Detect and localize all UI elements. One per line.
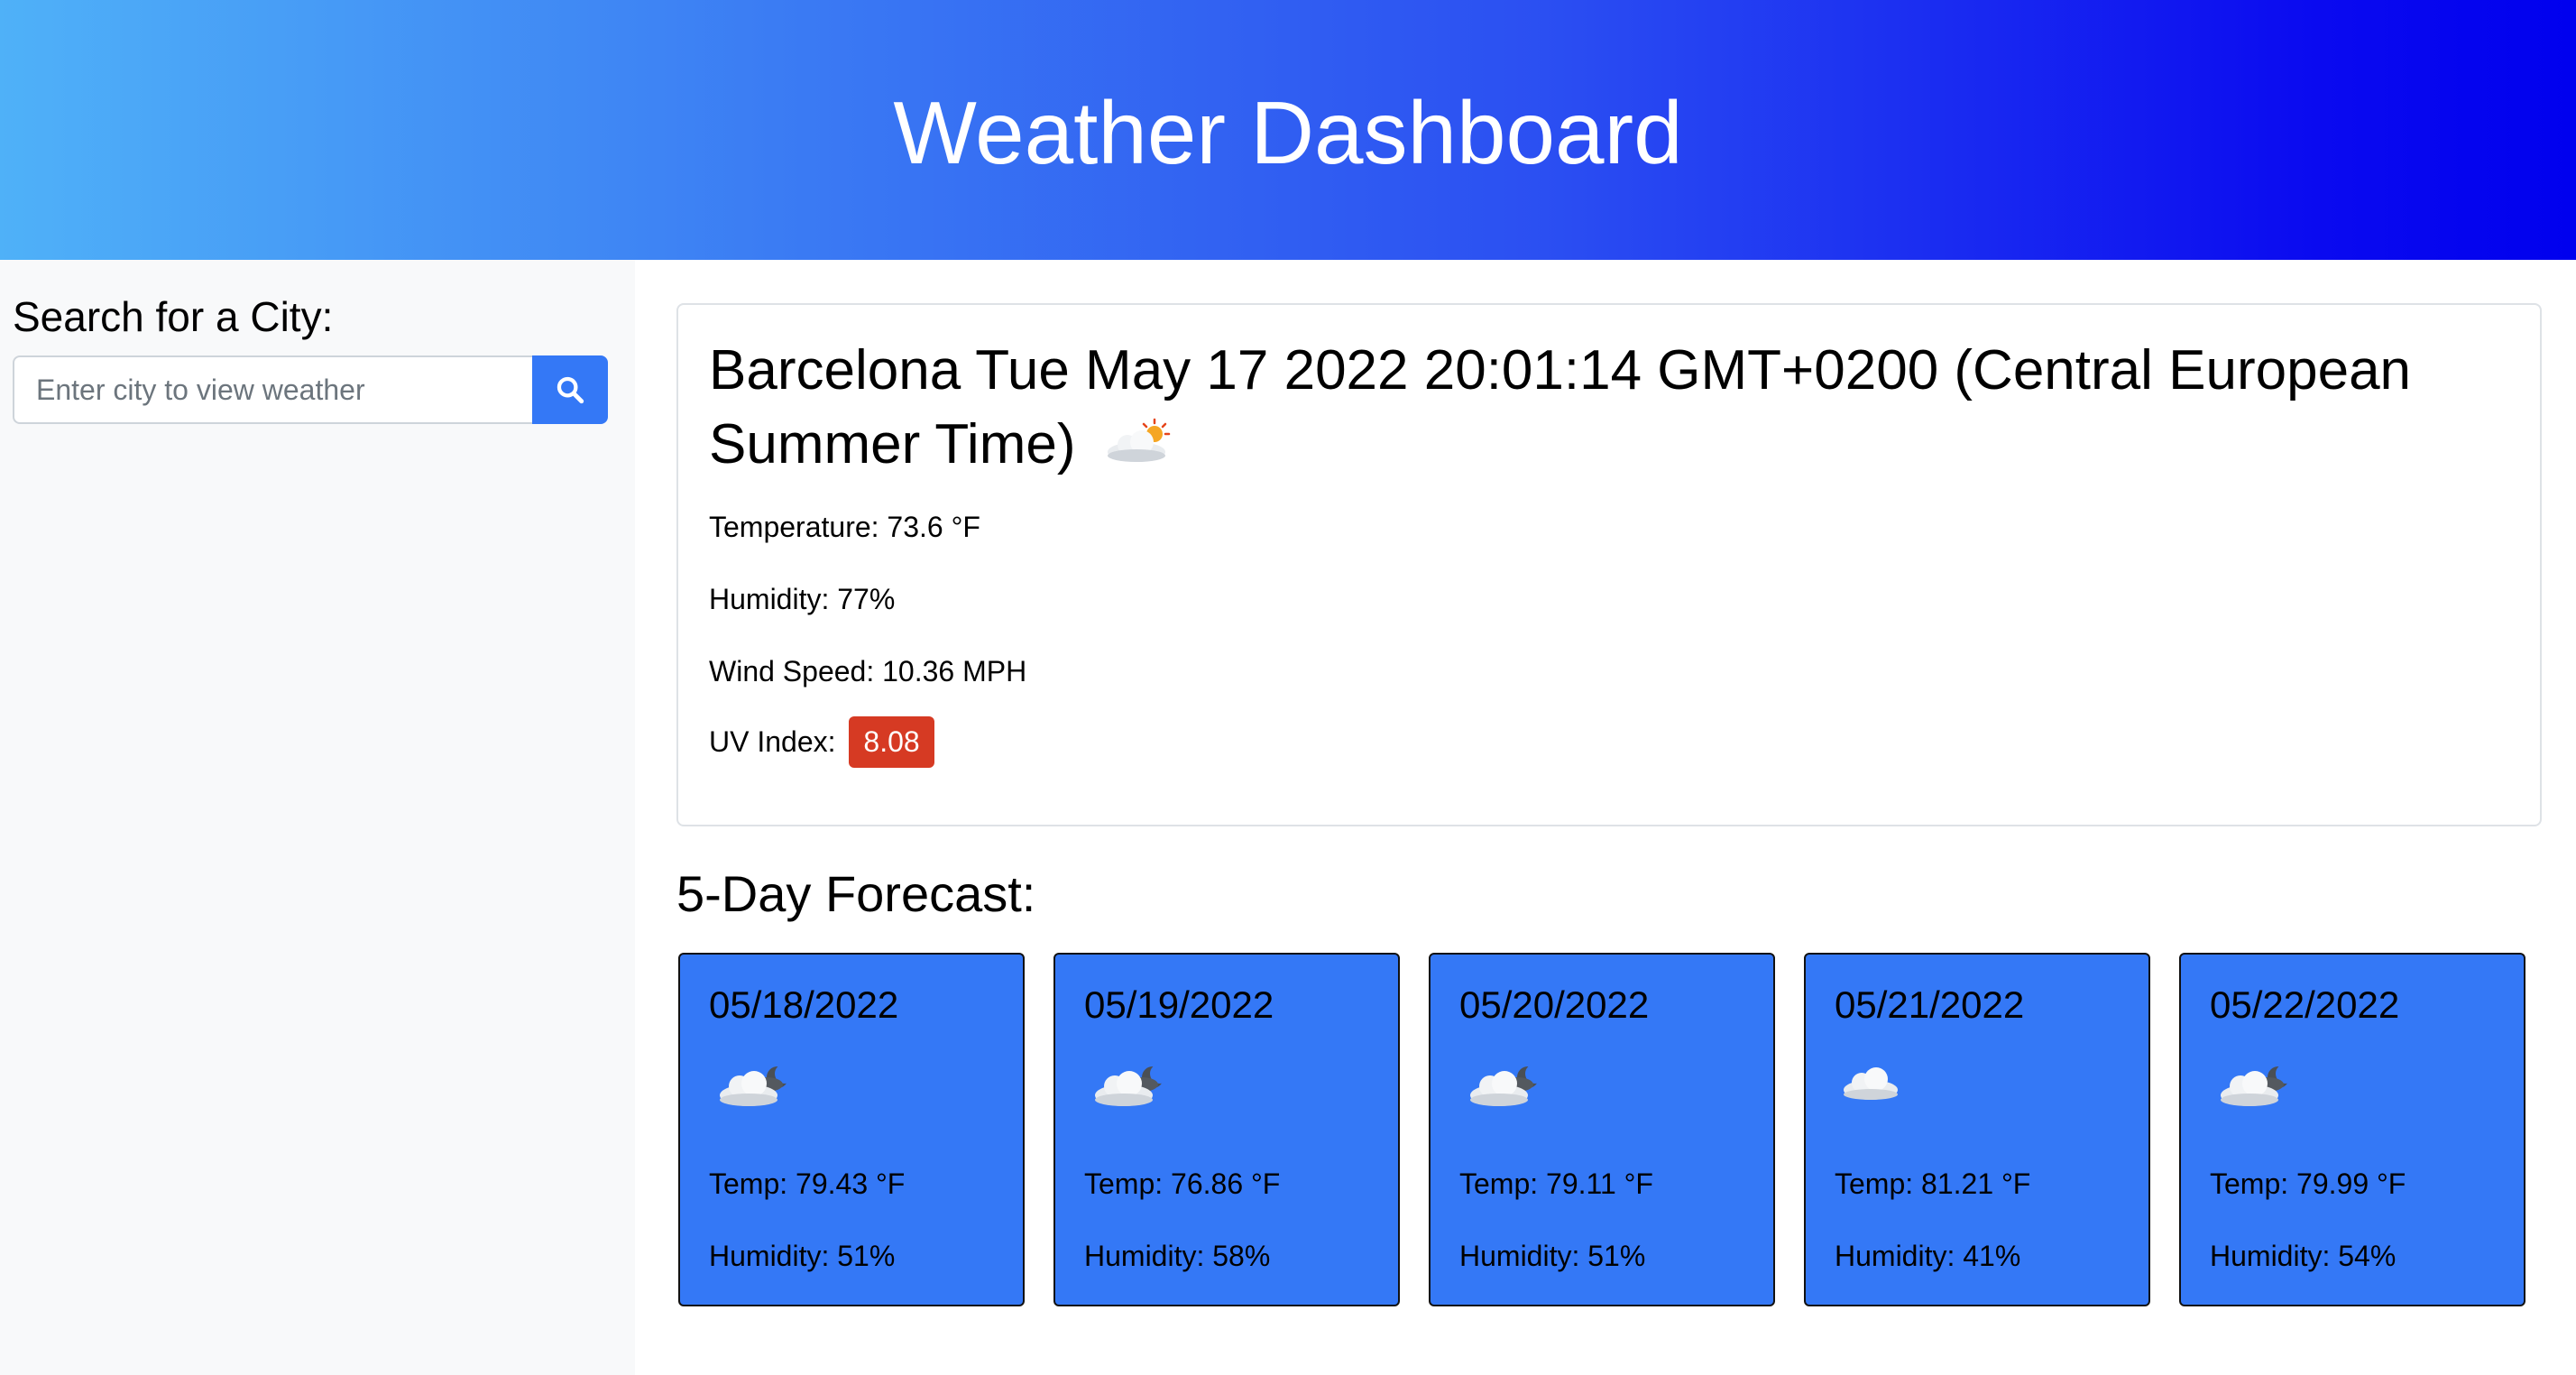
cloud-sun-icon (1100, 411, 1173, 485)
forecast-temp: Temp: 79.43 °F (709, 1167, 906, 1200)
uv-label: UV Index: (709, 725, 836, 758)
forecast-temp: Temp: 79.11 °F (1459, 1167, 1653, 1200)
cloud-moon-icon (1088, 1057, 1174, 1116)
forecast-date: 05/21/2022 (1835, 983, 2025, 1026)
forecast-temp: Temp: 76.86 °F (1084, 1167, 1281, 1200)
cloud-icon (1838, 1057, 1925, 1116)
cloud-moon-icon (1463, 1057, 1550, 1116)
forecast-card: 05/21/2022 Temp: 81.21 °F Humidity: 41% (1804, 953, 2150, 1306)
forecast-card: 05/18/2022 Temp: 79.43 °F Humidity: 51% (678, 953, 1025, 1306)
forecast-date: 05/18/2022 (709, 983, 899, 1026)
forecast-temp: Temp: 81.21 °F (1835, 1167, 2031, 1200)
uv-index-badge: 8.08 (849, 716, 934, 768)
current-uv-row: UV Index: 8.08 (709, 716, 934, 768)
forecast-date: 05/22/2022 (2210, 983, 2400, 1026)
forecast-date: 05/20/2022 (1459, 983, 1650, 1026)
forecast-card: 05/19/2022 Temp: 76.86 °F Humidity: 58% (1053, 953, 1400, 1306)
search-form (13, 355, 608, 424)
search-button[interactable] (532, 355, 608, 424)
forecast-humidity: Humidity: 51% (709, 1240, 896, 1272)
forecast-humidity: Humidity: 54% (2210, 1240, 2397, 1272)
current-wind-speed: Wind Speed: 10.36 MPH (709, 655, 1027, 688)
city-search-input[interactable] (13, 355, 532, 424)
forecast-humidity: Humidity: 58% (1084, 1240, 1271, 1272)
forecast-humidity: Humidity: 41% (1835, 1240, 2021, 1272)
cloud-moon-icon (2213, 1057, 2300, 1116)
forecast-card: 05/20/2022 Temp: 79.11 °F Humidity: 51% (1429, 953, 1775, 1306)
forecast-heading: 5-Day Forecast: (676, 865, 1036, 922)
search-heading: Search for a City: (13, 293, 334, 340)
forecast-list: 05/18/2022 Temp: 79.43 °F Humidity: 51% … (678, 953, 2525, 1306)
sidebar: Search for a City: (0, 260, 635, 1375)
current-humidity: Humidity: 77% (709, 583, 896, 615)
forecast-humidity: Humidity: 51% (1459, 1240, 1646, 1272)
page-title: Weather Dashboard (893, 82, 1683, 182)
cloud-moon-icon (713, 1057, 799, 1116)
forecast-temp: Temp: 79.99 °F (2210, 1167, 2406, 1200)
forecast-date: 05/19/2022 (1084, 983, 1274, 1026)
current-city-date: Barcelona Tue May 17 2022 20:01:14 GMT+0… (709, 339, 2412, 475)
current-weather-card: Barcelona Tue May 17 2022 20:01:14 GMT+0… (676, 303, 2542, 826)
search-icon (557, 376, 584, 404)
current-weather-title: Barcelona Tue May 17 2022 20:01:14 GMT+0… (709, 334, 2513, 485)
page-header: Weather Dashboard (0, 0, 2576, 260)
current-temperature: Temperature: 73.6 °F (709, 511, 980, 543)
forecast-card: 05/22/2022 Temp: 79.99 °F Humidity: 54% (2179, 953, 2525, 1306)
